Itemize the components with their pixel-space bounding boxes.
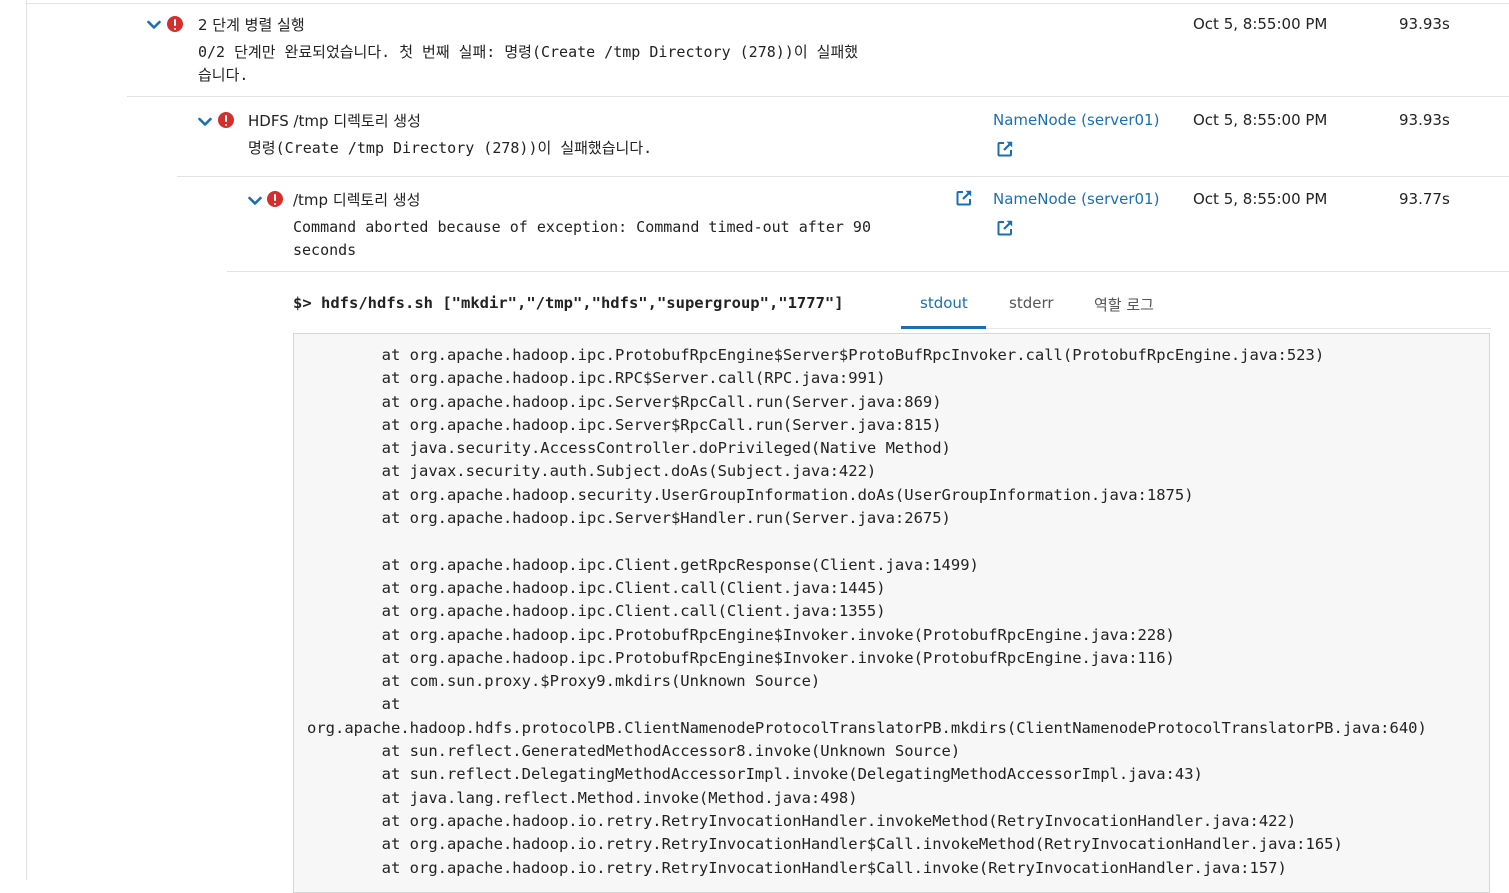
error-icon [267, 191, 283, 207]
error-icon [167, 16, 183, 32]
command-prompt: $> [293, 294, 312, 312]
tabs-divider [986, 328, 1491, 329]
step-message: 명령(Create /tmp Directory (278))이 실패했습니다. [248, 139, 653, 157]
log-line: at [307, 695, 401, 714]
log-line: at org.apache.hadoop.ipc.Client.call(Cli… [307, 578, 886, 597]
command-line: $> hdfs/hdfs.sh ["mkdir","/tmp","hdfs","… [293, 294, 844, 312]
log-line: at org.apache.hadoop.ipc.ProtobufRpcEngi… [307, 346, 1325, 364]
log-line: at java.security.AccessController.doPriv… [307, 439, 951, 458]
step-duration: 93.77s [1399, 190, 1450, 208]
log-line: at org.apache.hadoop.ipc.ProtobufRpcEngi… [307, 648, 1175, 667]
log-output[interactable]: at org.apache.hadoop.ipc.ProtobufRpcEngi… [293, 333, 1490, 893]
tab-stdout[interactable]: stdout [920, 294, 968, 312]
tab-stderr[interactable]: stderr [1009, 294, 1054, 312]
row-divider [127, 96, 1509, 97]
command-text: hdfs/hdfs.sh ["mkdir","/tmp","hdfs","sup… [321, 294, 844, 312]
log-line: at org.apache.hadoop.ipc.Client.getRpcRe… [307, 555, 979, 574]
log-line: at org.apache.hadoop.io.retry.RetryInvoc… [307, 811, 1297, 830]
log-line: at java.lang.reflect.Method.invoke(Metho… [307, 788, 858, 807]
log-line: at sun.reflect.DelegatingMethodAccessorI… [307, 765, 1203, 784]
log-line: at org.apache.hadoop.ipc.Server$RpcCall.… [307, 392, 942, 411]
chevron-down-icon[interactable] [198, 115, 212, 129]
chevron-down-icon[interactable] [248, 194, 262, 208]
log-line: at org.apache.hadoop.io.retry.RetryInvoc… [307, 835, 1343, 854]
step-title: HDFS /tmp 디렉토리 생성 [248, 112, 421, 130]
top-divider [26, 3, 1509, 4]
log-line: at org.apache.hadoop.ipc.Server$RpcCall.… [307, 415, 942, 434]
log-line: at com.sun.proxy.$Proxy9.mkdirs(Unknown … [307, 672, 821, 691]
external-link-icon[interactable] [955, 189, 973, 207]
log-line: at org.apache.hadoop.ipc.ProtobufRpcEngi… [307, 625, 1175, 644]
log-line: at org.apache.hadoop.security.UserGroupI… [307, 485, 1194, 504]
log-line: at javax.security.auth.Subject.doAs(Subj… [307, 462, 877, 481]
row-divider [227, 271, 1509, 272]
step-date: Oct 5, 8:55:00 PM [1193, 15, 1328, 33]
row-divider [177, 176, 1509, 177]
step-message: 0/2 단계만 완료되었습니다. 첫 번째 실패: 명령(Create /tmp… [198, 43, 859, 84]
step-date: Oct 5, 8:55:00 PM [1193, 111, 1328, 129]
step-title: /tmp 디렉토리 생성 [293, 191, 421, 209]
log-line: at org.apache.hadoop.ipc.RPC$Server.call… [307, 369, 886, 388]
log-line: at org.apache.hadoop.io.retry.RetryInvoc… [307, 858, 1287, 877]
step-date: Oct 5, 8:55:00 PM [1193, 190, 1328, 208]
host-link[interactable]: NameNode (server01) [993, 111, 1159, 129]
active-tab-indicator [901, 326, 986, 329]
log-line: at sun.reflect.GeneratedMethodAccessor8.… [307, 742, 961, 761]
step-title: 2 단계 병렬 실행 [198, 16, 305, 34]
chevron-down-icon[interactable] [147, 18, 161, 32]
tab-role-log[interactable]: 역할 로그 [1094, 294, 1154, 315]
step-message: Command aborted because of exception: Co… [293, 218, 871, 259]
log-line: org.apache.hadoop.hdfs.protocolPB.Client… [307, 718, 1427, 737]
log-line: at org.apache.hadoop.ipc.Server$Handler.… [307, 509, 951, 528]
error-icon [218, 112, 234, 128]
log-lines: at org.apache.hadoop.ipc.ProtobufRpcEngi… [294, 344, 1427, 880]
left-divider [26, 0, 27, 880]
log-line: at org.apache.hadoop.ipc.Client.call(Cli… [307, 602, 886, 621]
step-duration: 93.93s [1399, 111, 1450, 129]
host-link[interactable]: NameNode (server01) [993, 190, 1159, 208]
external-link-icon[interactable] [996, 140, 1014, 158]
step-duration: 93.93s [1399, 15, 1450, 33]
external-link-icon[interactable] [996, 219, 1014, 237]
